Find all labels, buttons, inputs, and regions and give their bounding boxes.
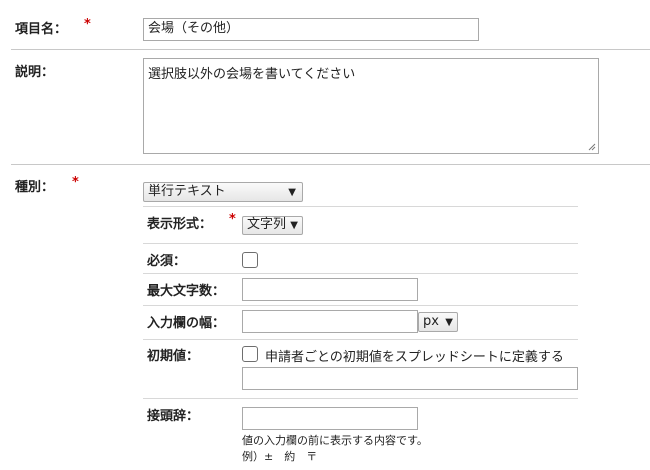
divider xyxy=(143,398,578,399)
divider xyxy=(143,243,578,244)
required-marker: * xyxy=(84,17,91,32)
item-name-input[interactable]: 会場（その他） xyxy=(143,18,479,41)
description-label: 説明： xyxy=(15,65,55,80)
item-name-label: 項目名： xyxy=(15,22,68,37)
spreadsheet-checkbox[interactable] xyxy=(242,346,258,362)
description-textarea[interactable]: 選択肢以外の会場を書いてください xyxy=(143,58,599,154)
divider xyxy=(143,339,578,340)
width-unit-select[interactable]: px ▼ xyxy=(418,312,458,332)
display-format-label: 表示形式： xyxy=(147,217,213,232)
divider xyxy=(11,49,650,50)
display-format-select[interactable]: 文字列 ▼ xyxy=(242,216,303,235)
caret-down-icon: ▼ xyxy=(445,317,453,328)
resize-grip-icon[interactable] xyxy=(588,143,596,151)
divider xyxy=(143,305,578,306)
divider xyxy=(143,206,578,207)
input-width-input[interactable] xyxy=(242,310,418,333)
prefix-example-text: 例）± 約 〒 xyxy=(242,450,318,463)
type-select-value: 単行テキスト xyxy=(148,184,226,199)
required-checkbox[interactable] xyxy=(242,252,258,268)
width-unit-value: px xyxy=(423,314,439,329)
initial-value-input[interactable] xyxy=(242,367,578,390)
display-format-value: 文字列 xyxy=(247,217,287,232)
max-chars-input[interactable] xyxy=(242,278,418,301)
max-chars-label: 最大文字数： xyxy=(147,284,226,299)
initial-value-label: 初期値： xyxy=(147,349,200,364)
prefix-input[interactable] xyxy=(242,407,418,430)
spreadsheet-option-label[interactable]: 申請者ごとの初期値をスプレッドシートに定義する xyxy=(265,346,564,365)
type-label: 種別： xyxy=(15,180,55,195)
input-width-label: 入力欄の幅： xyxy=(147,316,226,331)
description-text: 選択肢以外の会場を書いてください xyxy=(148,67,356,82)
divider xyxy=(11,164,650,165)
caret-down-icon: ▼ xyxy=(290,220,298,231)
type-select[interactable]: 単行テキスト ▼ xyxy=(143,182,303,202)
divider xyxy=(143,273,578,274)
caret-down-icon: ▼ xyxy=(288,187,296,198)
prefix-help-text: 値の入力欄の前に表示する内容です。 xyxy=(242,434,428,447)
required-marker: * xyxy=(229,212,236,227)
required-field-label: 必須： xyxy=(147,254,187,269)
prefix-label: 接頭辞： xyxy=(147,409,200,424)
required-marker: * xyxy=(72,175,79,190)
